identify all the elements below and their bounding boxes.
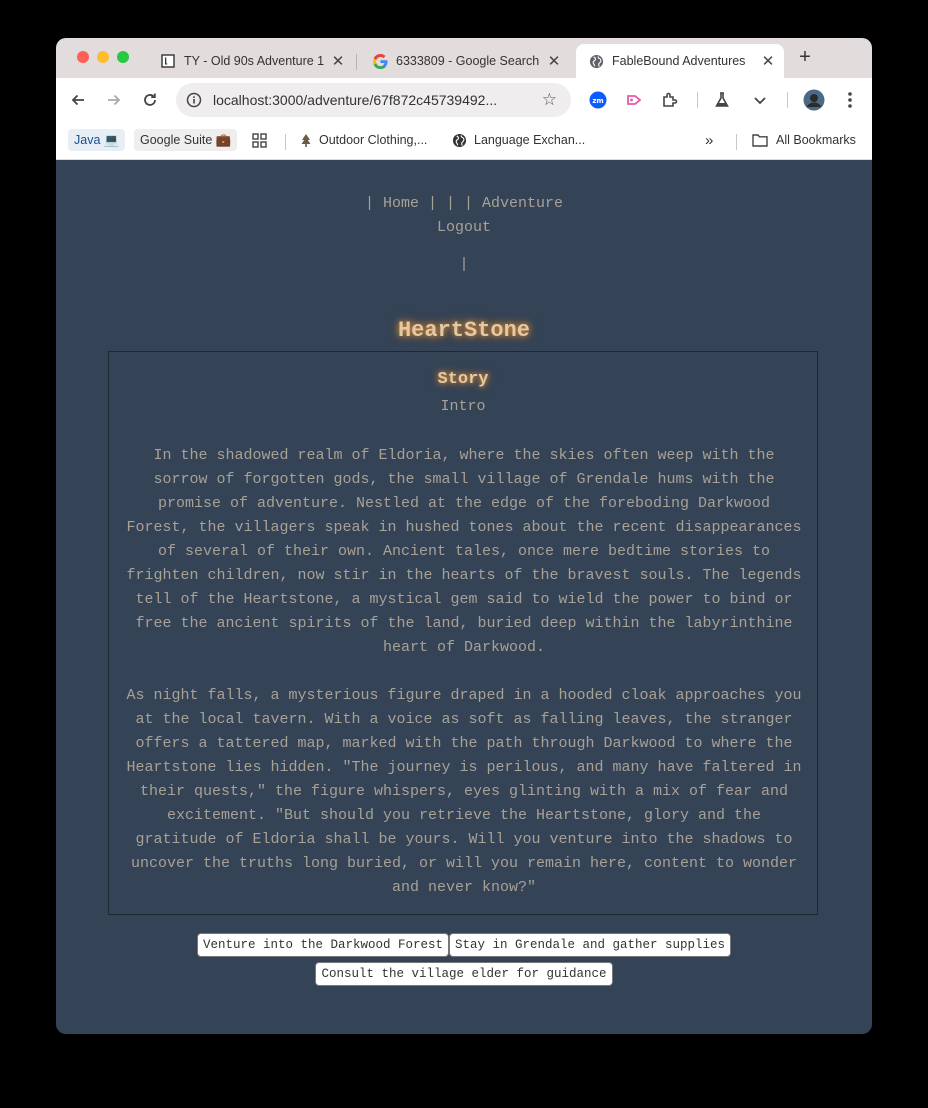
apps-grid-icon[interactable] <box>252 129 267 151</box>
folder-icon <box>752 133 768 147</box>
close-tab-icon[interactable]: ✕ <box>330 52 346 70</box>
address-bar[interactable]: localhost:3000/adventure/67f872c45739492… <box>176 83 571 117</box>
toolbar-divider <box>697 92 698 108</box>
bookmark-label: Language Exchan... <box>474 133 586 147</box>
chevron-down-icon[interactable] <box>748 88 772 112</box>
notion-icon <box>160 53 176 69</box>
globe-icon <box>452 133 467 148</box>
story-subheading: Intro <box>440 398 486 415</box>
bookmark-label: Java 💻 <box>74 132 120 147</box>
bookmark-google-suite[interactable]: Google Suite 💼 <box>134 129 238 151</box>
page-content: | Home | | | Adventure Logout | HeartSto… <box>56 160 872 1034</box>
zoom-extension-icon[interactable]: zm <box>586 88 610 112</box>
bookmark-label: Outdoor Clothing,... <box>319 133 428 147</box>
tab-title: TY - Old 90s Adventure 1 <box>184 54 324 68</box>
bookmark-language-exchange[interactable]: Language Exchan... <box>452 129 585 151</box>
adventure-title: HeartStone <box>397 318 531 343</box>
tab-google-search[interactable]: 6333809 - Google Search ✕ <box>360 44 570 78</box>
minimize-window-button[interactable] <box>97 51 109 63</box>
bookmark-label: All Bookmarks <box>776 133 856 147</box>
browser-window: TY - Old 90s Adventure 1 ✕ 6333809 - Goo… <box>56 38 872 1034</box>
svg-text:zm: zm <box>592 97 603 105</box>
story-panel: Story Intro In the shadowed realm of Eld… <box>108 351 818 915</box>
logout-link[interactable]: Logout <box>437 219 491 236</box>
toolbar-divider <box>787 92 788 108</box>
google-icon <box>372 53 388 69</box>
url-text: localhost:3000/adventure/67f872c45739492… <box>213 92 498 108</box>
close-tab-icon[interactable]: ✕ <box>546 52 562 70</box>
top-nav: | Home | | | Adventure Logout <box>56 192 872 240</box>
tab-divider <box>356 54 357 70</box>
browser-toolbar: localhost:3000/adventure/67f872c45739492… <box>56 78 872 122</box>
story-heading: Story <box>437 370 489 389</box>
bookmark-star-icon[interactable]: ☆ <box>542 90 557 110</box>
bookmark-java[interactable]: Java 💻 <box>68 129 126 151</box>
tab-title: 6333809 - Google Search <box>396 54 540 68</box>
extensions-puzzle-icon[interactable] <box>658 88 682 112</box>
browser-menu-icon[interactable] <box>838 88 862 112</box>
maximize-window-button[interactable] <box>117 51 129 63</box>
new-tab-icon[interactable]: + <box>794 46 816 68</box>
tab-title: FableBound Adventures <box>612 54 746 68</box>
choice-button-consult-elder[interactable]: Consult the village elder for guidance <box>315 962 613 986</box>
story-paragraph: As night falls, a mysterious figure drap… <box>126 687 802 896</box>
globe-icon <box>588 53 604 69</box>
close-window-button[interactable] <box>77 51 89 63</box>
tab-notion[interactable]: TY - Old 90s Adventure 1 ✕ <box>148 44 354 78</box>
nav-links[interactable]: | Home | | | Adventure <box>365 195 563 212</box>
nav-separator: | <box>459 256 469 273</box>
choice-buttons: Venture into the Darkwood Forest Stay in … <box>56 933 872 988</box>
tab-fablebound[interactable]: FableBound Adventures ✕ <box>576 44 784 78</box>
story-paragraph: In the shadowed realm of Eldoria, where … <box>126 447 802 656</box>
bookmark-divider <box>736 134 737 150</box>
labs-flask-icon[interactable] <box>710 88 734 112</box>
site-info-icon[interactable] <box>184 90 204 110</box>
nav-line-links[interactable]: | Home | | | Adventure <box>56 192 872 216</box>
more-bookmarks-chevron-icon[interactable]: » <box>705 129 713 151</box>
choice-button-stay-grendale[interactable]: Stay in Grendale and gather supplies <box>449 933 732 957</box>
screen-recorder-icon[interactable] <box>622 88 646 112</box>
nav-logout[interactable]: Logout <box>56 216 872 240</box>
bookmarks-bar: Java 💻 Google Suite 💼 Outdoor Clothing,.… <box>56 122 872 160</box>
close-tab-icon[interactable]: ✕ <box>760 52 776 70</box>
tab-strip: TY - Old 90s Adventure 1 ✕ 6333809 - Goo… <box>56 38 872 78</box>
reload-icon[interactable] <box>138 88 162 112</box>
bookmark-outdoor-clothing[interactable]: Outdoor Clothing,... <box>300 129 427 151</box>
choice-button-venture-forest[interactable]: Venture into the Darkwood Forest <box>196 933 449 957</box>
tree-icon <box>300 133 312 147</box>
bookmark-divider <box>285 134 286 150</box>
back-arrow-icon[interactable] <box>66 88 90 112</box>
bookmark-label: Google Suite 💼 <box>140 132 232 147</box>
forward-arrow-icon[interactable] <box>102 88 126 112</box>
profile-avatar-icon[interactable] <box>802 88 826 112</box>
all-bookmarks-folder[interactable]: All Bookmarks <box>752 129 856 151</box>
